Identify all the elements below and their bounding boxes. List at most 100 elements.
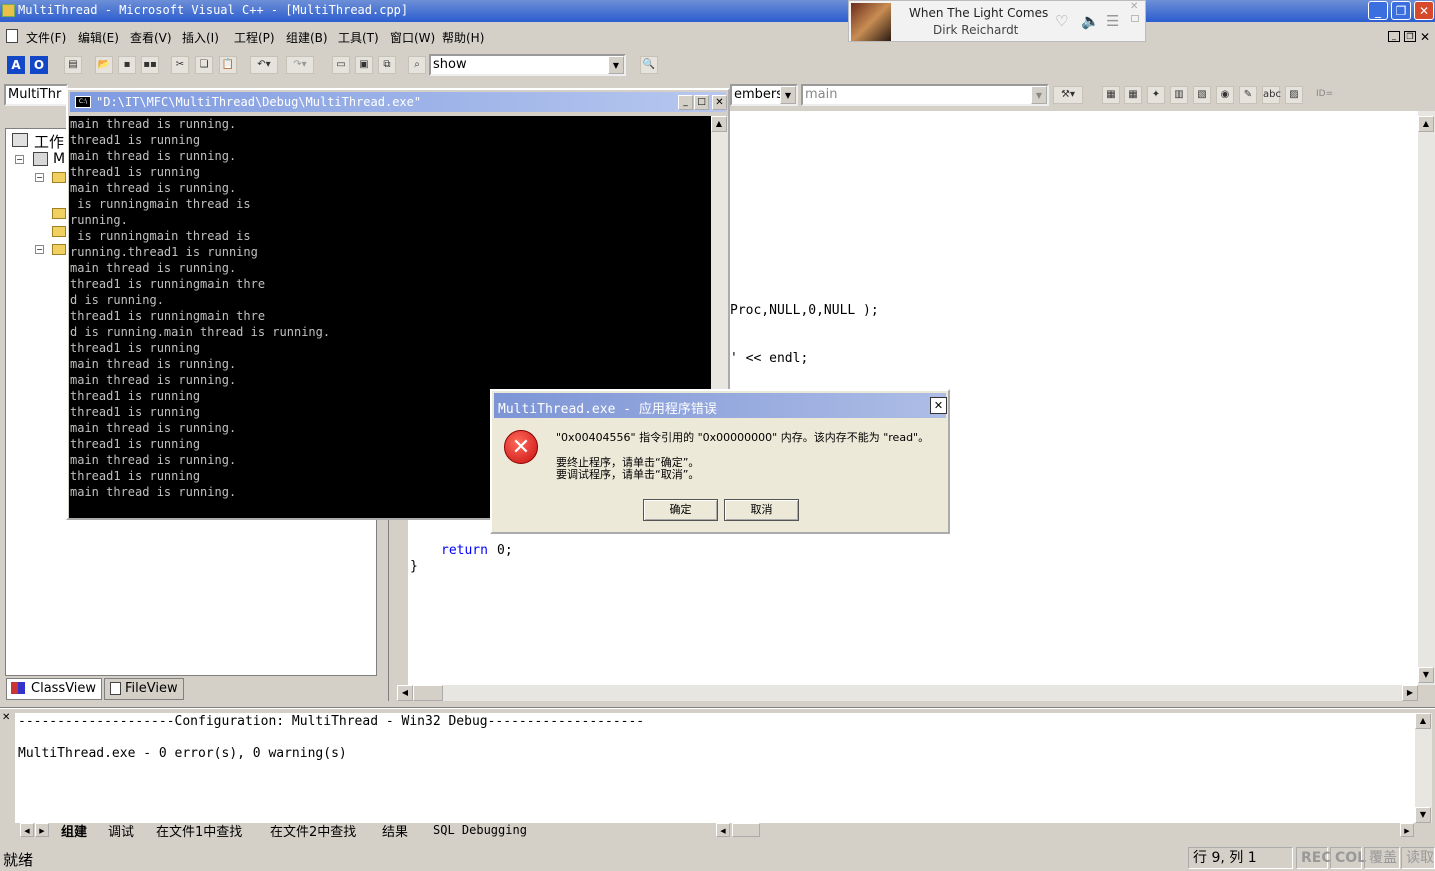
console-close-button[interactable]: ✕: [712, 95, 727, 110]
chevron-down-icon[interactable]: ▼: [780, 86, 796, 104]
menu-edit[interactable]: 编辑(E): [78, 29, 119, 46]
output-window-icon[interactable]: ▣: [355, 56, 373, 74]
console-line: main thread is running.: [70, 117, 237, 131]
workspace-root-label[interactable]: 工作: [34, 131, 64, 152]
scroll-thumb[interactable]: [413, 685, 443, 701]
cut-icon[interactable]: ✂: [171, 56, 189, 74]
class-combo[interactable]: MultiThr: [4, 84, 68, 106]
abc-icon[interactable]: abc: [1262, 86, 1281, 104]
debug-tool-icon[interactable]: ✎: [1239, 86, 1257, 104]
members-combo[interactable]: embers ▼: [730, 84, 798, 106]
scroll-right-icon[interactable]: ▶: [1402, 685, 1418, 701]
minimize-button[interactable]: _: [1368, 1, 1388, 20]
code-line: }: [410, 559, 418, 574]
tab-classview[interactable]: ClassView: [6, 678, 102, 700]
output-vscrollbar[interactable]: ▲ ▼: [1415, 713, 1432, 823]
dialog-close-button[interactable]: ✕: [930, 397, 947, 414]
scroll-thumb[interactable]: [732, 823, 760, 837]
close-pane-icon[interactable]: ✕: [2, 712, 12, 724]
console-maximize-button[interactable]: □: [694, 95, 709, 110]
tab-fileview[interactable]: FileView: [104, 678, 184, 700]
o-icon[interactable]: O: [30, 56, 48, 74]
widget-close-icon[interactable]: ✕: [1130, 1, 1138, 12]
save-icon[interactable]: ▪: [118, 56, 136, 74]
collapse-icon[interactable]: −: [35, 173, 44, 182]
output-line: --------------------Configuration: Multi…: [18, 714, 645, 729]
build-compile-icon[interactable]: ▦: [1102, 86, 1120, 104]
find-combo[interactable]: show ▼: [429, 54, 626, 76]
mdi-minimize-button[interactable]: _: [1388, 31, 1400, 42]
function-combo-value: main: [805, 87, 838, 102]
scroll-left-icon[interactable]: ◀: [716, 823, 730, 837]
wizard-action-icon[interactable]: ⚒▾: [1053, 86, 1083, 104]
scroll-up-icon[interactable]: ▲: [711, 116, 727, 132]
find-in-files-icon[interactable]: ⌕: [408, 56, 426, 74]
mdi-close-button[interactable]: ✕: [1420, 30, 1430, 44]
copy-icon[interactable]: ❏: [195, 56, 213, 74]
console-line: thread1 is running: [70, 165, 201, 179]
console-title-bar[interactable]: C:\ "D:\IT\MFC\MultiThread\Debug\MultiTh…: [70, 92, 727, 112]
window-list-icon[interactable]: ⧉: [378, 56, 396, 74]
window-title: MultiThread - Microsoft Visual C++ - [Mu…: [18, 3, 409, 17]
new-file-icon[interactable]: ▤: [64, 56, 82, 74]
cancel-button[interactable]: 取消: [724, 499, 799, 521]
editor-vscrollbar[interactable]: ▲ ▼: [1418, 111, 1435, 685]
app-icon: [2, 4, 15, 17]
tab-scroll-left-icon[interactable]: ◀: [20, 823, 34, 837]
workspace-icon[interactable]: ▭: [332, 56, 350, 74]
widget-restore-icon[interactable]: [1131, 15, 1139, 22]
collapse-icon[interactable]: −: [35, 245, 44, 254]
execute-icon[interactable]: ▥: [1170, 86, 1188, 104]
stop-build-icon[interactable]: ✦: [1147, 86, 1165, 104]
open-folder-icon[interactable]: 📂: [95, 56, 113, 74]
tab-build[interactable]: 组建: [61, 821, 87, 840]
menu-file[interactable]: 文件(F): [26, 29, 66, 46]
function-combo[interactable]: main ▼: [801, 84, 1049, 106]
dialog-title: MultiThread.exe - 应用程序错误: [498, 402, 717, 417]
menu-tools[interactable]: 工具(T): [338, 29, 379, 46]
scroll-left-icon[interactable]: ◀: [397, 685, 413, 701]
splitter[interactable]: [0, 707, 1435, 709]
mdi-restore-button[interactable]: ❐: [1404, 31, 1416, 42]
menu-window[interactable]: 窗口(W): [390, 29, 435, 46]
console-line: main thread is running.: [70, 373, 237, 387]
menu-insert[interactable]: 插入(I): [182, 29, 219, 46]
scroll-up-icon[interactable]: ▲: [1418, 116, 1434, 132]
close-button[interactable]: ✕: [1414, 1, 1434, 20]
a-icon[interactable]: A: [7, 56, 25, 74]
menu-help[interactable]: 帮助(H): [442, 29, 484, 46]
tab-find-in-files-2[interactable]: 在文件2中查找: [270, 821, 356, 840]
maximize-button[interactable]: ❐: [1391, 1, 1411, 20]
breakpoint-icon[interactable]: ◉: [1216, 86, 1234, 104]
redo-icon[interactable]: ↷▾: [286, 56, 314, 74]
dialog-title-bar[interactable]: MultiThread.exe - 应用程序错误 ✕: [494, 393, 947, 418]
ok-button[interactable]: 确定: [643, 499, 718, 521]
menu-project[interactable]: 工程(P): [234, 29, 275, 46]
menu-build[interactable]: 组建(B): [286, 29, 328, 46]
project-label[interactable]: M: [53, 151, 65, 167]
tab-debug[interactable]: 调试: [108, 821, 134, 840]
tab-scroll-right-icon[interactable]: ▶: [35, 823, 49, 837]
output-line: MultiThread.exe - 0 error(s), 0 warning(…: [18, 746, 347, 761]
collapse-icon[interactable]: −: [15, 155, 24, 164]
search-icon[interactable]: 🔍: [640, 56, 658, 74]
classview-icon: [11, 682, 25, 694]
go-icon[interactable]: ▧: [1193, 86, 1211, 104]
tool-icon[interactable]: ▨: [1285, 86, 1303, 104]
menu-view[interactable]: 查看(V): [130, 29, 172, 46]
console-minimize-button[interactable]: _: [678, 95, 693, 110]
scroll-down-icon[interactable]: ▼: [1418, 667, 1434, 683]
editor-hscrollbar[interactable]: ◀ ▶: [397, 685, 1418, 701]
scroll-right-icon[interactable]: ▶: [1400, 823, 1414, 837]
save-all-icon[interactable]: ▪▪: [141, 56, 159, 74]
tab-sql-debugging[interactable]: SQL Debugging: [433, 823, 527, 837]
chevron-down-icon[interactable]: ▼: [1031, 86, 1047, 104]
build-icon[interactable]: ▦: [1124, 86, 1142, 104]
undo-icon[interactable]: ↶▾: [250, 56, 278, 74]
tab-results[interactable]: 结果: [382, 821, 408, 840]
scroll-down-icon[interactable]: ▼: [1415, 807, 1431, 823]
paste-icon[interactable]: 📋: [219, 56, 237, 74]
tab-find-in-files-1[interactable]: 在文件1中查找: [156, 821, 242, 840]
scroll-up-icon[interactable]: ▲: [1415, 713, 1431, 729]
chevron-down-icon[interactable]: ▼: [608, 56, 624, 74]
